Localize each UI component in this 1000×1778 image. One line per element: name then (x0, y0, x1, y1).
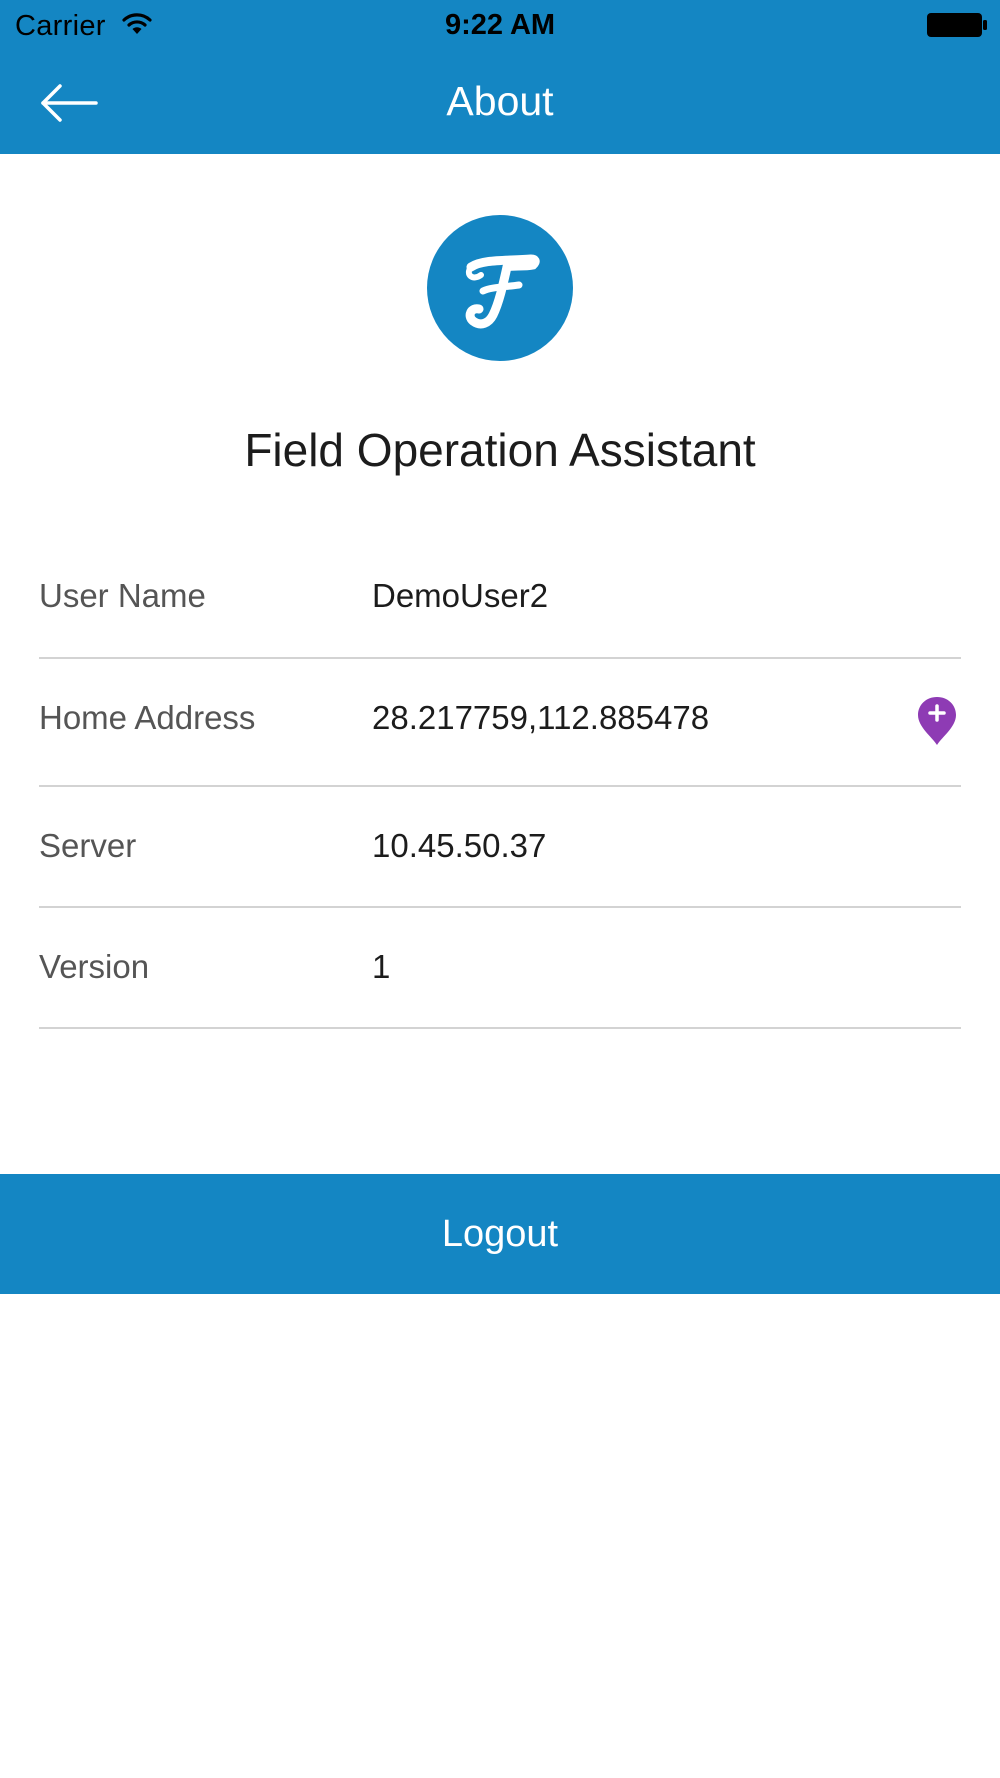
battery-icon (926, 12, 988, 38)
set-home-location-button[interactable] (916, 695, 958, 747)
app-name: Field Operation Assistant (244, 424, 756, 476)
location-pin-add-icon (918, 697, 956, 745)
app-logo-f-icon (465, 254, 540, 329)
server-label: Server (39, 827, 137, 864)
about-screen: Carrier 9:22 AM About Field Operation As… (0, 0, 1000, 1778)
info-list: User Name DemoUser2 Home Address 28.2177… (39, 537, 961, 1029)
app-header: Carrier 9:22 AM About (0, 0, 1000, 154)
info-row-user-name: User Name DemoUser2 (39, 537, 961, 659)
server-value: 10.45.50.37 (372, 827, 547, 864)
version-label: Version (39, 948, 150, 985)
app-logo (427, 215, 573, 361)
home-address-value: 28.217759,112.885478 (372, 699, 710, 736)
page-title: About (446, 78, 554, 124)
nav-bar: About (0, 52, 1000, 154)
info-row-version: Version 1 (39, 908, 961, 1029)
user-name-value: DemoUser2 (372, 577, 549, 614)
logout-button[interactable]: Logout (0, 1174, 1000, 1294)
info-row-home-address: Home Address 28.217759,112.885478 (39, 659, 961, 787)
status-bar: Carrier 9:22 AM (0, 0, 1000, 52)
version-value: 1 (372, 948, 391, 985)
home-address-label: Home Address (39, 699, 256, 736)
status-time: 9:22 AM (444, 9, 556, 41)
info-row-server: Server 10.45.50.37 (39, 787, 961, 908)
user-name-label: User Name (39, 577, 206, 614)
